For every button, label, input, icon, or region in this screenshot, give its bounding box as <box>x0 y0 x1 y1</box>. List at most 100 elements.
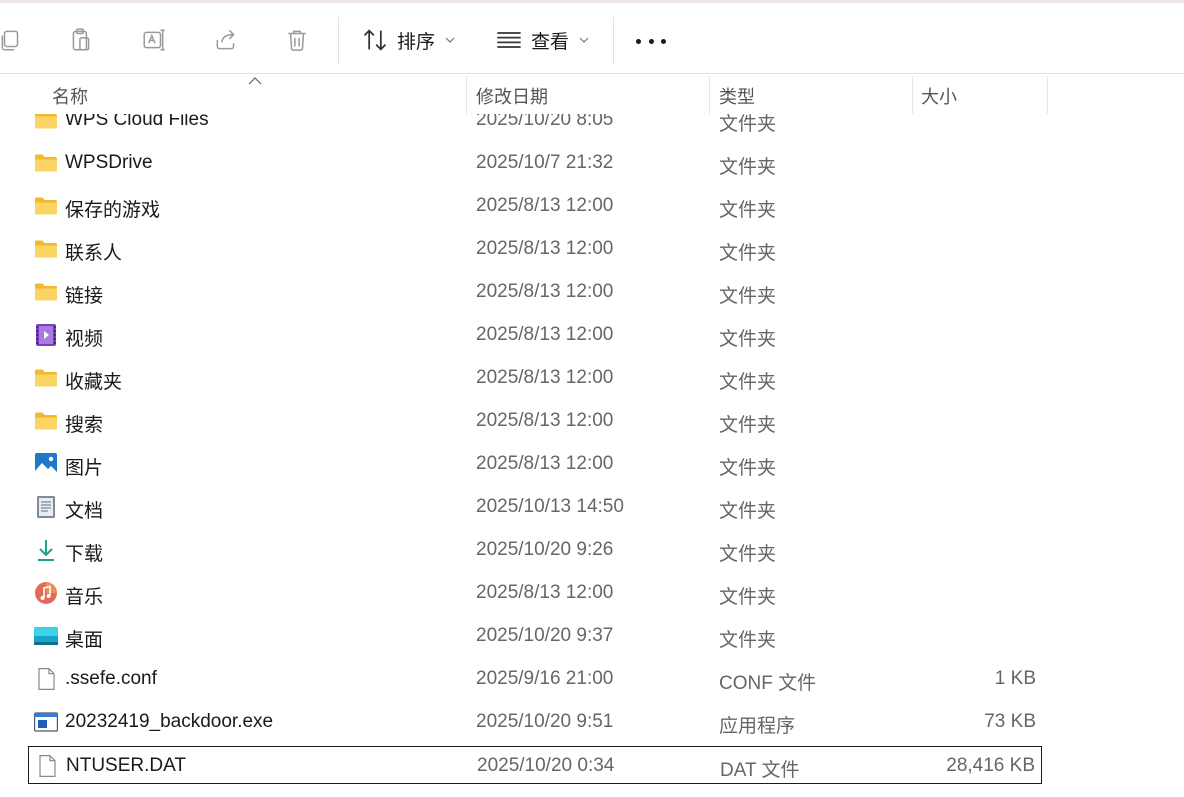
file-date-modified: 2025/10/20 0:34 <box>477 755 615 776</box>
list-item[interactable]: 桌面 2025/10/20 9:37 文件夹 <box>28 617 1042 655</box>
file-date-modified: 2025/10/20 9:26 <box>476 539 614 560</box>
column-header-type[interactable]: 类型 <box>719 74 912 114</box>
file-type: 文件夹 <box>719 114 777 135</box>
sort-icon <box>363 29 387 51</box>
file-type: CONF 文件 <box>719 673 817 694</box>
file-name: 文档 <box>65 501 104 522</box>
file-date-modified: 2025/8/13 12:00 <box>476 238 614 259</box>
column-divider[interactable] <box>912 76 913 114</box>
delete-icon[interactable] <box>282 25 312 55</box>
file-date-modified: 2025/8/13 12:00 <box>476 582 614 603</box>
list-item[interactable]: NTUSER.DAT 2025/10/20 0:34 DAT 文件 28,416 KB <box>28 746 1042 784</box>
list-item[interactable]: 音乐 2025/8/13 12:00 文件夹 <box>28 574 1042 612</box>
list-item[interactable]: 搜索 2025/8/13 12:00 文件夹 <box>28 402 1042 440</box>
column-header-size[interactable]: 大小 <box>921 74 1047 114</box>
downloads-icon <box>34 539 58 561</box>
column-header-date[interactable]: 修改日期 <box>476 74 709 114</box>
file-name: NTUSER.DAT <box>66 755 186 776</box>
desktop-icon <box>34 625 58 647</box>
file-date-modified: 2025/8/13 12:00 <box>476 410 614 431</box>
list-item[interactable]: WPSDrive 2025/10/7 21:32 文件夹 <box>28 144 1042 182</box>
file-date-modified: 2025/8/13 12:00 <box>476 453 614 474</box>
file-type: 文件夹 <box>719 157 777 178</box>
list-item[interactable]: 链接 2025/8/13 12:00 文件夹 <box>28 273 1042 311</box>
file-type: 文件夹 <box>719 544 777 565</box>
file-name: WPS Cloud Files <box>65 114 209 130</box>
more-icon[interactable] <box>636 29 666 53</box>
chevron-down-icon <box>445 37 455 43</box>
vertical-scrollbar[interactable] <box>1172 74 1184 797</box>
file-type: 文件夹 <box>719 458 777 479</box>
videos-icon <box>34 324 58 346</box>
sort-button-label: 排序 <box>397 31 436 53</box>
file-size: 73 KB <box>984 711 1036 732</box>
file-type: DAT 文件 <box>720 760 800 781</box>
file-icon <box>35 755 59 777</box>
folder-icon <box>34 367 58 389</box>
folder-icon <box>34 195 58 217</box>
file-date-modified: 2025/10/7 21:32 <box>476 152 614 173</box>
file-name: 20232419_backdoor.exe <box>65 711 274 732</box>
file-date-modified: 2025/10/20 9:51 <box>476 711 614 732</box>
file-name: 音乐 <box>65 587 104 608</box>
list-item[interactable]: 视频 2025/8/13 12:00 文件夹 <box>28 316 1042 354</box>
file-name: 图片 <box>65 458 104 479</box>
file-name: WPSDrive <box>65 152 153 173</box>
list-item[interactable]: 文档 2025/10/13 14:50 文件夹 <box>28 488 1042 526</box>
list-item[interactable]: 20232419_backdoor.exe 2025/10/20 9:51 应用程序… <box>28 703 1042 741</box>
file-date-modified: 2025/10/13 14:50 <box>476 496 624 517</box>
folder-icon <box>34 114 58 131</box>
view-button-label: 查看 <box>531 31 570 53</box>
file-type: 文件夹 <box>719 286 777 307</box>
list-item[interactable]: 联系人 2025/8/13 12:00 文件夹 <box>28 230 1042 268</box>
list-item[interactable]: 保存的游戏 2025/8/13 12:00 文件夹 <box>28 187 1042 225</box>
file-size: 28,416 KB <box>946 755 1035 776</box>
file-type: 文件夹 <box>719 630 777 651</box>
list-item[interactable]: 下载 2025/10/20 9:26 文件夹 <box>28 531 1042 569</box>
folder-icon <box>34 238 58 260</box>
sort-button[interactable]: 排序 <box>361 25 456 55</box>
view-button[interactable]: 查看 <box>495 25 590 55</box>
file-date-modified: 2025/8/13 12:00 <box>476 367 614 388</box>
file-date-modified: 2025/9/16 21:00 <box>476 668 614 689</box>
list-item[interactable]: 收藏夹 2025/8/13 12:00 文件夹 <box>28 359 1042 397</box>
file-list: WPS Cloud Files 2025/10/20 8:05 文件夹 WPSDriv… <box>0 114 1184 797</box>
file-name: 搜索 <box>65 415 104 436</box>
file-type: 文件夹 <box>719 329 777 350</box>
view-icon <box>497 32 521 48</box>
copy-icon[interactable] <box>0 25 26 55</box>
folder-icon <box>34 410 58 432</box>
file-name: 收藏夹 <box>65 372 123 393</box>
file-icon <box>34 668 58 690</box>
music-icon <box>34 582 58 604</box>
column-header-row: 名称 修改日期 类型 大小 <box>0 74 1184 114</box>
chevron-down-icon <box>579 37 589 43</box>
list-item[interactable]: 图片 2025/8/13 12:00 文件夹 <box>28 445 1042 483</box>
column-divider[interactable] <box>709 76 710 114</box>
folder-icon <box>34 152 58 174</box>
column-header-name[interactable]: 名称 <box>52 74 466 114</box>
file-type: 文件夹 <box>719 243 777 264</box>
file-name: .ssefe.conf <box>65 668 157 689</box>
file-size: 1 KB <box>994 668 1036 689</box>
paste-icon[interactable] <box>66 25 96 55</box>
column-divider[interactable] <box>466 76 467 114</box>
exe-icon <box>34 711 58 733</box>
share-icon[interactable] <box>211 25 241 55</box>
column-divider[interactable] <box>1047 76 1048 114</box>
file-date-modified: 2025/8/13 12:00 <box>476 324 614 345</box>
file-type: 文件夹 <box>719 200 777 221</box>
list-item[interactable]: WPS Cloud Files 2025/10/20 8:05 文件夹 <box>28 114 1042 139</box>
file-date-modified: 2025/10/20 9:37 <box>476 625 614 646</box>
toolbar-separator <box>338 17 339 65</box>
file-name: 联系人 <box>65 243 123 264</box>
command-bar: 排序 查看 <box>0 3 1184 74</box>
rename-icon[interactable] <box>139 25 169 55</box>
file-name: 保存的游戏 <box>65 200 161 221</box>
pictures-icon <box>34 453 58 475</box>
file-date-modified: 2025/10/20 8:05 <box>476 114 614 130</box>
folder-icon <box>34 281 58 303</box>
file-type: 文件夹 <box>719 415 777 436</box>
list-item[interactable]: .ssefe.conf 2025/9/16 21:00 CONF 文件 1 KB <box>28 660 1042 698</box>
file-name: 桌面 <box>65 630 104 651</box>
